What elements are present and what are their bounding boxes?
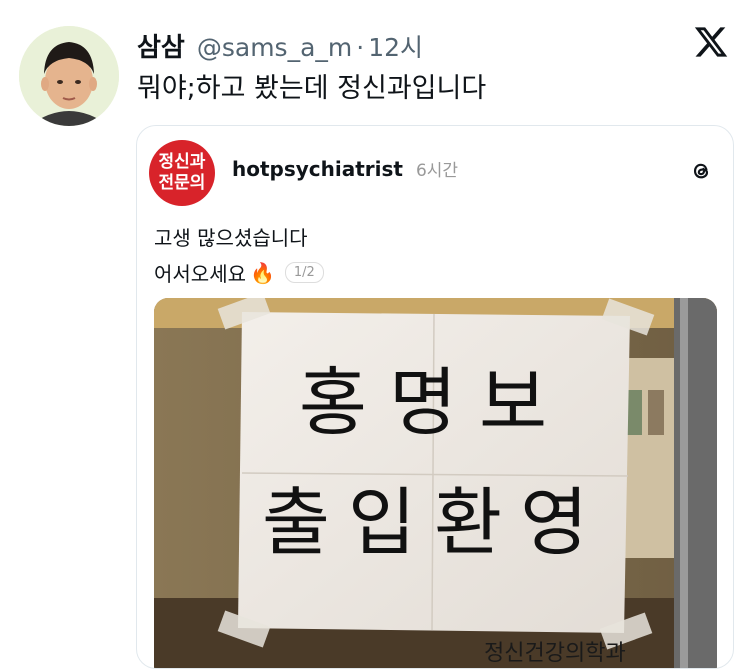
tweet-header: 삼삼 @sams_a_m · 12시 xyxy=(137,27,423,64)
post-line-2-row: 어서오세요 🔥 1/2 xyxy=(154,258,324,287)
page-indicator: 1/2 xyxy=(284,262,324,283)
sign-line-2: 출입환영 xyxy=(262,480,606,566)
fire-emoji-icon: 🔥 xyxy=(250,260,275,285)
post-line-1: 고생 많으셨습니다 xyxy=(154,226,308,250)
embedded-post-card[interactable]: 정신과 전문의 hotpsychiatrist 6시간 고생 많으셨습니다 어서… xyxy=(136,125,734,669)
author-handle[interactable]: @sams_a_m xyxy=(197,33,352,62)
author-name[interactable]: 삼삼 xyxy=(137,27,185,64)
photo-image: 홍명보 출입환영 정신건강의학과 xyxy=(154,298,717,668)
avatar-image xyxy=(19,26,119,126)
x-logo-icon[interactable] xyxy=(693,24,729,60)
threads-icon[interactable] xyxy=(688,158,714,184)
avatar[interactable] xyxy=(19,26,119,126)
logo-line-2: 전문의 xyxy=(158,173,206,193)
post-line-2: 어서오세요 xyxy=(154,262,246,286)
account-logo[interactable]: 정신과 전문의 xyxy=(149,140,215,206)
post-account-name[interactable]: hotpsychiatrist xyxy=(232,157,403,181)
post-photo[interactable]: 홍명보 출입환영 정신건강의학과 xyxy=(154,298,717,668)
door-text: 정신건강의학과 xyxy=(484,641,626,666)
post-account-row: hotpsychiatrist 6시간 xyxy=(232,156,458,181)
tweet-time[interactable]: 12시 xyxy=(368,28,423,64)
logo-line-1: 정신과 xyxy=(158,152,206,172)
tweet-text: 뭐야;하고 봤는데 정신과입니다 xyxy=(137,73,487,104)
post-time: 6시간 xyxy=(415,161,459,181)
sign-line-1: 홍명보 xyxy=(299,360,569,446)
separator-dot: · xyxy=(356,33,365,62)
